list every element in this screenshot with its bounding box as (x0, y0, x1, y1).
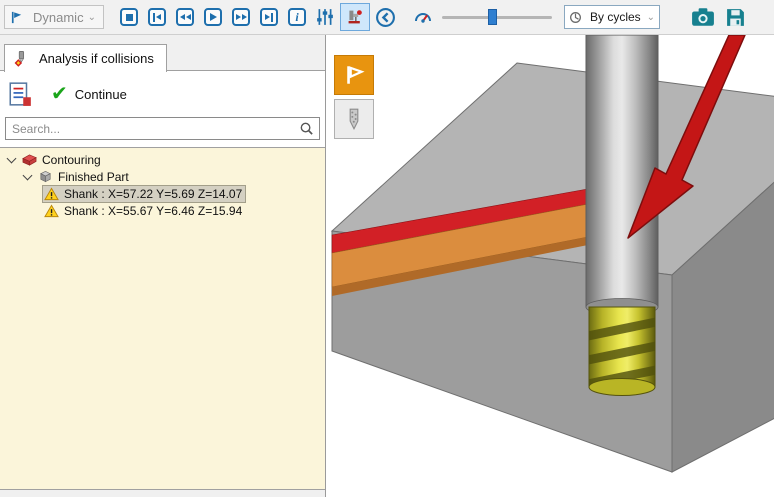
view-mode-dropdown[interactable]: By cycles ⌄ (564, 5, 660, 29)
finished-part-icon (38, 169, 54, 185)
contouring-cycle-icon (22, 152, 38, 168)
save-button[interactable] (720, 4, 750, 30)
continue-button[interactable]: ✔ Continue (51, 84, 127, 104)
settings-sliders-button[interactable] (312, 4, 338, 30)
warning-icon (44, 203, 60, 219)
go-to-end-button[interactable] (256, 4, 282, 30)
stop-icon (120, 8, 138, 26)
circle-back-icon (375, 7, 396, 28)
snapshot-button[interactable] (688, 4, 718, 30)
camera-icon (691, 7, 715, 27)
previous-collision-button[interactable] (372, 4, 398, 30)
tool-display-icon (342, 107, 366, 131)
info-button[interactable]: i (284, 4, 310, 30)
speed-icon (413, 7, 433, 27)
collision-analysis-icon (13, 51, 29, 67)
simulation-mode-label: Dynamic (33, 10, 84, 25)
tab-label: Analysis if collisions (39, 51, 154, 66)
go-to-start-button[interactable] (144, 4, 170, 30)
by-cycles-icon (569, 11, 582, 24)
machining-3d-scene[interactable] (327, 35, 774, 497)
panel-actions: ✔ Continue (5, 77, 320, 111)
collision-check-icon (347, 7, 363, 27)
chevron-down-icon[interactable] (7, 153, 17, 163)
row-content: Shank : X=55.67 Y=6.46 Z=15.94 (43, 203, 245, 219)
speed-button[interactable] (410, 4, 436, 30)
save-icon (725, 7, 746, 28)
chevron-down-icon: ⌄ (88, 12, 96, 23)
slider-thumb[interactable] (488, 9, 497, 25)
tree-item-label: Shank : X=55.67 Y=6.46 Z=15.94 (64, 204, 242, 218)
tree-item-label: Shank : X=57.22 Y=5.69 Z=14.07 (64, 187, 242, 201)
simulation-viewport[interactable] (327, 35, 774, 497)
collision-analysis-panel: Analysis if collisions ✔ Continue (0, 35, 326, 497)
simulation-mode-icon (9, 9, 25, 25)
collision-report-icon (8, 81, 32, 107)
green-check-icon: ✔ (51, 84, 68, 104)
info-icon: i (288, 8, 306, 26)
selected-row-highlight: Shank : X=57.22 Y=5.69 Z=14.07 (43, 186, 245, 202)
tree-item-finished-part[interactable]: Finished Part (0, 168, 325, 185)
fast-forward-button[interactable] (228, 4, 254, 30)
warning-icon (44, 186, 60, 202)
application-window: Dynamic ⌄ i (0, 0, 774, 497)
tab-analysis-if-collisions[interactable]: Analysis if collisions (4, 44, 167, 72)
main-toolbar: Dynamic ⌄ i (0, 0, 774, 35)
continue-label: Continue (75, 87, 127, 102)
play-button[interactable] (200, 4, 226, 30)
tool-display-button[interactable] (334, 99, 374, 139)
sliders-icon (316, 8, 334, 26)
view-mode-label: By cycles (590, 10, 641, 24)
simulation-mode-button[interactable] (334, 55, 374, 95)
skip-to-end-icon (260, 8, 278, 26)
collision-report-button[interactable] (5, 79, 35, 109)
tree-item-contouring[interactable]: Contouring (0, 151, 325, 168)
tree-item-collision-2[interactable]: Shank : X=55.67 Y=6.46 Z=15.94 (0, 202, 325, 219)
rewind-icon (176, 8, 194, 26)
simulation-mode-dropdown[interactable]: Dynamic ⌄ (4, 5, 104, 29)
collision-tree: Contouring Finished Part Shank : X=57.22… (0, 147, 325, 490)
search-row (5, 111, 320, 147)
tree-item-collision-1[interactable]: Shank : X=57.22 Y=5.69 Z=14.07 (0, 185, 325, 202)
rewind-button[interactable] (172, 4, 198, 30)
collision-check-toggle[interactable] (340, 3, 370, 31)
search-icon[interactable] (299, 121, 314, 141)
simulation-speed-slider[interactable] (442, 8, 552, 26)
stop-button[interactable] (116, 4, 142, 30)
simulate-flag-icon (342, 63, 366, 87)
chevron-down-icon[interactable] (23, 170, 33, 180)
chevron-down-icon: ⌄ (647, 12, 655, 23)
play-icon (204, 8, 222, 26)
fast-forward-icon (232, 8, 250, 26)
slider-track[interactable] (442, 16, 552, 19)
tree-item-label: Finished Part (58, 170, 129, 184)
search-input[interactable] (5, 117, 320, 140)
panel-body: ✔ Continue (0, 70, 325, 147)
tree-item-label: Contouring (42, 153, 101, 167)
panel-tabbar: Analysis if collisions (0, 35, 325, 71)
skip-to-start-icon (148, 8, 166, 26)
